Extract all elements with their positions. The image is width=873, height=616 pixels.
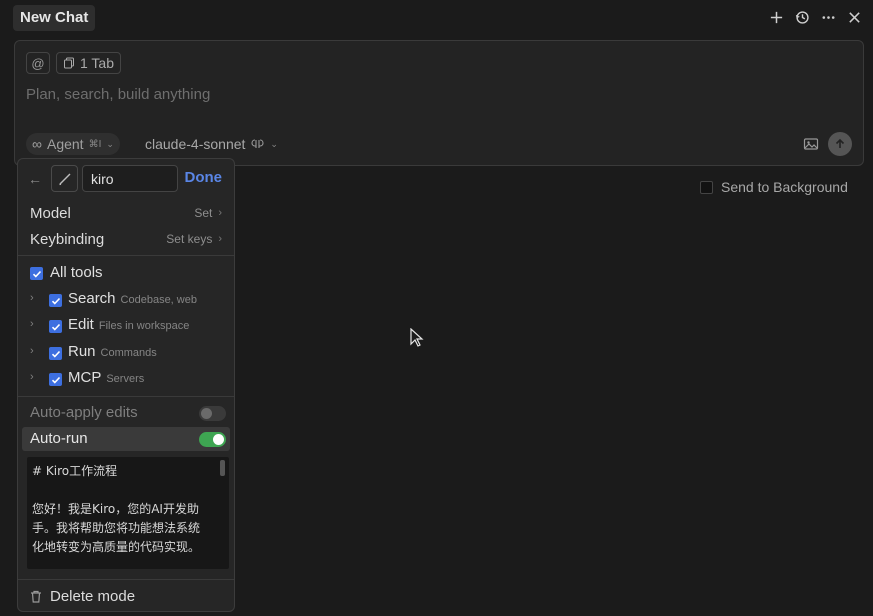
delete-mode-label: Delete mode: [50, 588, 136, 605]
chat-composer: @ 1 Tab ∞ Agent ⌘I ⌄ claude-4-sonnet ⌄: [14, 40, 864, 166]
toggle-knob: [201, 408, 212, 419]
tool-desc: Servers: [106, 373, 145, 385]
top-bar: New Chat: [0, 0, 873, 36]
delete-mode-button[interactable]: Delete mode: [18, 585, 234, 609]
tool-row-run[interactable]: › Run Commands: [18, 341, 234, 365]
auto-run-toggle[interactable]: [199, 432, 226, 447]
chevron-right-icon[interactable]: ›: [30, 292, 34, 304]
auto-apply-toggle[interactable]: [199, 406, 226, 421]
mouse-cursor-icon: [410, 328, 424, 347]
tool-desc: Commands: [100, 347, 157, 359]
pen-icon: [58, 173, 70, 185]
tool-label-edit: Edit Files in workspace: [68, 316, 189, 333]
all-tools-row[interactable]: All tools: [18, 261, 234, 285]
tool-row-search[interactable]: › Search Codebase, web: [18, 288, 234, 312]
chat-title-tab[interactable]: New Chat: [13, 5, 96, 31]
history-icon[interactable]: [791, 6, 813, 28]
scrollbar-thumb[interactable]: [220, 460, 225, 476]
send-to-background-label: Send to Background: [721, 179, 848, 195]
mode-icon-picker[interactable]: [51, 165, 78, 192]
tool-row-mcp[interactable]: › MCP Servers: [18, 367, 234, 391]
more-icon[interactable]: [817, 6, 839, 28]
mention-button[interactable]: @: [26, 52, 50, 74]
chevron-right-icon[interactable]: ›: [30, 345, 34, 357]
agent-mode-selector[interactable]: ∞ Agent ⌘I ⌄: [26, 133, 120, 155]
tool-name: Edit: [68, 316, 94, 333]
chevron-right-icon[interactable]: ›: [30, 371, 34, 383]
chevron-down-icon: ⌄: [270, 138, 278, 149]
tool-row-edit[interactable]: › Edit Files in workspace: [18, 314, 234, 338]
done-button[interactable]: Done: [185, 169, 223, 186]
tool-name: Run: [68, 343, 96, 360]
send-to-background[interactable]: Send to Background: [700, 178, 848, 196]
top-actions: [765, 6, 865, 28]
auto-run-row[interactable]: Auto-run: [22, 427, 230, 451]
model-label: claude-4-sonnet: [145, 136, 246, 152]
divider: [18, 255, 234, 256]
auto-apply-row[interactable]: Auto-apply edits: [22, 401, 230, 425]
model-row[interactable]: Model Set ›: [18, 201, 234, 225]
brain-icon: [251, 139, 264, 148]
tool-checkbox-mcp[interactable]: [49, 373, 62, 386]
keybinding-value-text: Set keys: [166, 232, 213, 246]
infinity-icon: ∞: [32, 136, 42, 152]
tool-name: Search: [68, 290, 116, 307]
toggle-knob: [213, 434, 224, 445]
tool-desc: Files in workspace: [98, 320, 190, 332]
context-tab-chip[interactable]: 1 Tab: [56, 52, 121, 74]
tool-label-run: Run Commands: [68, 343, 157, 360]
all-tools-label: All tools: [50, 264, 103, 281]
model-selector[interactable]: claude-4-sonnet ⌄: [145, 133, 278, 155]
auto-apply-label: Auto-apply edits: [30, 404, 138, 421]
at-icon: @: [31, 55, 45, 71]
arrow-up-icon: [835, 138, 845, 148]
mode-name-input[interactable]: [82, 165, 178, 192]
panel-header: ← Done: [18, 165, 234, 193]
model-row-value: Set ›: [194, 206, 222, 220]
chevron-right-icon[interactable]: ›: [30, 318, 34, 330]
tool-checkbox-edit[interactable]: [49, 320, 62, 333]
context-tab-label: 1 Tab: [80, 55, 114, 71]
divider: [18, 579, 234, 580]
mode-instructions-text: # Kiro工作流程 您好！我是Kiro，您的AI开发助 手。我将帮助您将功能想…: [32, 464, 201, 554]
send-button[interactable]: [828, 132, 852, 156]
tool-checkbox-run[interactable]: [49, 347, 62, 360]
mode-instructions-textarea[interactable]: # Kiro工作流程 您好！我是Kiro，您的AI开发助 手。我将帮助您将功能想…: [27, 457, 229, 569]
keybinding-row-label: Keybinding: [30, 230, 105, 248]
image-icon[interactable]: [803, 136, 819, 152]
tool-desc: Codebase, web: [120, 294, 197, 306]
arrow-left-icon[interactable]: ←: [28, 171, 42, 187]
plus-icon[interactable]: [765, 6, 787, 28]
copy-icon: [64, 57, 74, 69]
chevron-right-icon: ›: [218, 207, 222, 219]
all-tools-checkbox[interactable]: [30, 267, 43, 280]
keybinding-row-value: Set keys ›: [166, 232, 222, 246]
chevron-down-icon: ⌄: [106, 138, 114, 149]
keybinding-row[interactable]: Keybinding Set keys ›: [18, 227, 234, 251]
mode-settings-panel: ← Done Model Set › Keybinding Set keys ›…: [17, 158, 235, 612]
model-row-label: Model: [30, 204, 71, 222]
agent-label: Agent: [46, 136, 84, 152]
model-value-text: Set: [194, 206, 213, 220]
auto-run-label: Auto-run: [30, 430, 88, 447]
prompt-input[interactable]: [26, 83, 786, 105]
divider: [18, 396, 234, 397]
tool-name: MCP: [68, 369, 102, 386]
tool-label-mcp: MCP Servers: [68, 369, 144, 386]
chevron-right-icon: ›: [218, 233, 222, 245]
close-icon[interactable]: [843, 6, 865, 28]
tool-label-search: Search Codebase, web: [68, 290, 197, 307]
send-to-background-checkbox[interactable]: [700, 180, 713, 194]
trash-icon: [31, 590, 41, 603]
tool-checkbox-search[interactable]: [49, 294, 62, 307]
agent-shortcut: ⌘I: [88, 138, 102, 150]
